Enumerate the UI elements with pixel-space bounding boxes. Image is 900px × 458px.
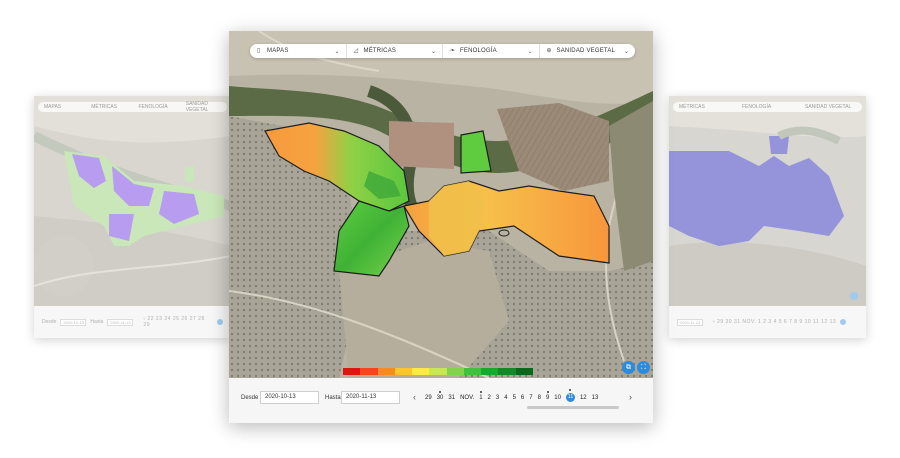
timeline-day[interactable]: 6 [521, 395, 524, 401]
timeline-day[interactable]: 10 [554, 395, 561, 401]
timeline-day[interactable]: NOV. [460, 395, 474, 401]
timeline-day[interactable]: 9 [546, 391, 549, 401]
layers-button[interactable]: ⧉ [622, 361, 635, 374]
timeline-next-arrow[interactable]: › [629, 392, 632, 402]
legend-swatch [498, 368, 516, 375]
right-preview-window: MÉTRICAS FENOLOGÍA SANIDAD VEGETAL 2020-… [669, 96, 866, 338]
timeline-day[interactable]: 3 [496, 395, 499, 401]
left-preview-selected-day [217, 319, 224, 325]
plant-health-icon: ⊕ [546, 48, 552, 54]
left-preview-desde-field: 2020-10-13 [60, 318, 87, 326]
right-preview-toolbar: MÉTRICAS FENOLOGÍA SANIDAD VEGETAL [673, 102, 862, 112]
timeline-day[interactable]: 31 [448, 395, 455, 401]
map-toolbar: ▯ MAPAS ⌄ ◿ MÉTRICAS ⌄ ❧ FENOLOGÍA ⌄ ⊕ S… [250, 44, 635, 58]
timeline-day[interactable]: 13 [592, 395, 599, 401]
legend-swatch [463, 368, 482, 375]
timeline-prev-arrow[interactable]: ‹ [413, 392, 416, 402]
left-preview-tab-metricas: MÉTRICAS [91, 104, 118, 110]
left-preview-days: ‹ 22 23 24 25 26 27 28 29 [143, 316, 205, 328]
chevron-down-icon: ⌄ [430, 48, 436, 55]
toolbar-mapas-label: MAPAS [267, 48, 289, 54]
timeline-day[interactable]: 7 [529, 395, 532, 401]
right-preview-days: ‹ 29 30 31 NOV. 1 2 3 4 5 6 7 8 9 10 11 … [713, 319, 837, 325]
timeline-day[interactable]: 1 [479, 391, 483, 401]
toolbar-sanidad-vegetal[interactable]: ⊕ SANIDAD VEGETAL ⌄ [540, 44, 636, 58]
map-icon: ▯ [257, 48, 261, 54]
legend-swatch [343, 368, 361, 375]
right-preview-tab-metricas: MÉTRICAS [679, 104, 705, 110]
fullscreen-icon: ⛶ [641, 364, 646, 371]
hasta-date-field[interactable]: 2020-11-13 [341, 391, 400, 404]
legend-swatch [377, 368, 395, 375]
toolbar-sanidad-label: SANIDAD VEGETAL [556, 48, 616, 54]
left-preview-tab-fenologia: FENOLOGÍA [138, 104, 168, 110]
layers-icon: ⧉ [626, 364, 631, 371]
ndvi-color-legend [343, 368, 533, 375]
timeline-day[interactable]: 12 [580, 395, 587, 401]
legend-swatch [515, 368, 533, 375]
toolbar-mapas[interactable]: ▯ MAPAS ⌄ [250, 44, 347, 58]
timeline-day-selected[interactable]: 11 [565, 389, 575, 402]
main-window: ▯ MAPAS ⌄ ◿ MÉTRICAS ⌄ ❧ FENOLOGÍA ⌄ ⊕ S… [229, 31, 653, 423]
timeline-scrollbar[interactable] [527, 406, 619, 409]
left-preview-bottom-bar: Desde 2020-10-13 Hasta 2020-11-13 ‹ 22 2… [34, 306, 231, 338]
timeline-day[interactable]: 5 [513, 395, 516, 401]
toolbar-metricas-label: MÉTRICAS [363, 48, 397, 54]
left-preview-toolbar: MAPAS MÉTRICAS FENOLOGÍA SANIDAD VEGETAL [38, 101, 227, 113]
legend-swatch [360, 368, 378, 375]
legend-swatch [412, 368, 430, 375]
satellite-map[interactable]: ▯ MAPAS ⌄ ◿ MÉTRICAS ⌄ ❧ FENOLOGÍA ⌄ ⊕ S… [229, 31, 653, 378]
left-preview-tab-sanidad: SANIDAD VEGETAL [185, 101, 209, 113]
chevron-down-icon: ⌄ [527, 48, 533, 55]
legend-swatch [481, 368, 499, 375]
chevron-down-icon: ⌄ [334, 48, 340, 55]
leaf-icon: ❧ [450, 48, 456, 54]
right-preview-bottom-bar: 2020-11-13 ‹ 29 30 31 NOV. 1 2 3 4 5 6 7… [669, 306, 866, 338]
toolbar-metricas[interactable]: ◿ MÉTRICAS ⌄ [347, 44, 443, 58]
left-preview-map [34, 96, 231, 306]
left-preview-desde-label: Desde [42, 319, 57, 325]
date-filter-bar: Desde 2020-10-13 Hasta 2020-11-13 ‹ 29 30… [229, 378, 653, 423]
fullscreen-button[interactable]: ⛶ [637, 361, 650, 374]
timeline-day[interactable]: 4 [504, 395, 507, 401]
map-canvas [229, 31, 653, 378]
toolbar-fenologia-label: FENOLOGÍA [460, 48, 497, 54]
legend-swatch [394, 368, 413, 375]
timeline-day[interactable]: 2 [488, 395, 491, 401]
timeline-day[interactable]: 8 [538, 395, 541, 401]
image-available-dot [569, 389, 572, 391]
timeline-day[interactable]: 29 [425, 395, 432, 401]
right-preview-selected-day [840, 319, 847, 325]
legend-swatch [429, 368, 447, 375]
desde-date-field[interactable]: 2020-10-13 [260, 391, 319, 404]
timeline-day[interactable]: 30 [437, 391, 443, 401]
timeline-days: 29 30 31 NOV. 1 2 3 4 5 6 7 8 9 10 11 12 13 [425, 389, 603, 402]
image-available-dot [479, 391, 482, 393]
chevron-down-icon: ⌄ [623, 48, 629, 55]
left-preview-window: MAPAS MÉTRICAS FENOLOGÍA SANIDAD VEGETAL… [34, 96, 231, 338]
right-preview-map [669, 96, 866, 306]
image-available-dot [439, 391, 442, 393]
left-preview-hasta-field: 2020-11-13 [107, 318, 134, 326]
legend-swatch [446, 368, 464, 375]
image-available-dot [546, 391, 549, 393]
chart-icon: ◿ [353, 48, 359, 54]
left-preview-tab-mapas: MAPAS [44, 104, 62, 110]
right-preview-date-field: 2020-11-13 [677, 318, 703, 326]
right-preview-tab-sanidad: SANIDAD VEGETAL [805, 104, 852, 110]
right-preview-tab-fenologia: FENOLOGÍA [742, 104, 772, 110]
desde-label: Desde [241, 395, 259, 401]
hasta-label: Hasta [325, 395, 341, 401]
toolbar-fenologia[interactable]: ❧ FENOLOGÍA ⌄ [443, 44, 540, 58]
left-preview-hasta-label: Hasta [90, 319, 104, 325]
